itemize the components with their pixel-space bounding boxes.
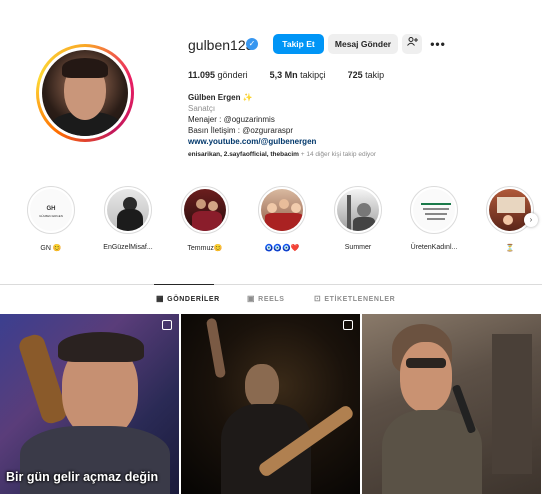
post-thumbnail[interactable] (362, 314, 541, 494)
profile-stats: 11.095 gönderi 5,3 Mn takipçi 725 takip (188, 70, 406, 80)
reels-icon: ▣ (247, 294, 256, 303)
tag-icon: ⊡ (314, 294, 322, 303)
highlight-gn-subtitle: GÜLBEN ERGEN (39, 214, 63, 218)
highlight-label: ÜretenKadınl... (410, 244, 458, 251)
highlight-temmuz[interactable]: Temmuz😊 (180, 186, 230, 252)
more-options-icon[interactable]: ••• (428, 34, 448, 54)
post-thumbnail[interactable]: Bir gün gelir açmaz değin (0, 314, 179, 494)
follow-button[interactable]: Takip Et (273, 34, 324, 54)
followers-stat[interactable]: 5,3 Mn takipçi (270, 70, 326, 80)
tab-posts[interactable]: ▦ GÖNDERİLER (156, 294, 220, 303)
highlight-gn[interactable]: GH GÜLBEN ERGEN GN 😊 (26, 186, 76, 252)
bio-line-press: Basın İletişim : @ozguraraspr (188, 126, 294, 135)
chevron-right-icon[interactable]: › (524, 213, 538, 227)
person-add-icon[interactable] (402, 34, 422, 54)
category-label: Sanatçı (188, 104, 216, 113)
highlight-label: 🧿🧿🧿❤️ (264, 245, 300, 252)
highlight-gn-title: GH (46, 206, 56, 212)
tab-reels[interactable]: ▣ REELS (247, 294, 285, 303)
highlight-label: Temmuz😊 (187, 245, 223, 252)
verified-badge-icon: ✓ (246, 38, 258, 50)
grid-icon: ▦ (156, 294, 165, 303)
highlight-label: GN 😊 (40, 245, 62, 252)
highlight-enguzelmisafir[interactable]: EnGüzelMisaf... (103, 186, 153, 251)
profile-avatar[interactable] (36, 44, 134, 142)
highlight-uretenkadinlar[interactable]: ÜretenKadınl... (409, 186, 459, 251)
highlight-summer[interactable]: Summer (333, 186, 383, 251)
tab-tagged[interactable]: ⊡ ETİKETLENENLER (314, 294, 395, 303)
tabs-divider (0, 284, 542, 285)
avatar-image (42, 50, 128, 136)
carousel-icon (343, 320, 353, 330)
full-name: Gülben Ergen ✨ (188, 93, 253, 102)
posts-stat[interactable]: 11.095 gönderi (188, 70, 248, 80)
username: gulben123 (188, 37, 254, 53)
bio-link[interactable]: www.youtube.com/@gulbenergen (188, 136, 316, 147)
profile-bio: Gülben Ergen ✨ Sanatçı Menajer : @oguzar… (188, 92, 316, 147)
active-tab-indicator (154, 284, 214, 285)
highlight-label: Summer (344, 244, 372, 251)
followed-by[interactable]: enisarikan, 2.sayfaofficial, thebacim + … (188, 151, 376, 158)
highlight-label: ⏳ (505, 245, 515, 252)
reel-icon (162, 320, 172, 330)
post-thumbnail[interactable] (181, 314, 360, 494)
following-stat[interactable]: 725 takip (348, 70, 385, 80)
bio-line-manager: Menajer : @oguzarinmis (188, 115, 275, 124)
highlight-label: EnGüzelMisaf... (103, 244, 153, 251)
post-caption: Bir gün gelir açmaz değin (6, 470, 159, 484)
message-button[interactable]: Mesaj Gönder (328, 34, 398, 54)
highlight-nazar[interactable]: 🧿🧿🧿❤️ (257, 186, 307, 252)
